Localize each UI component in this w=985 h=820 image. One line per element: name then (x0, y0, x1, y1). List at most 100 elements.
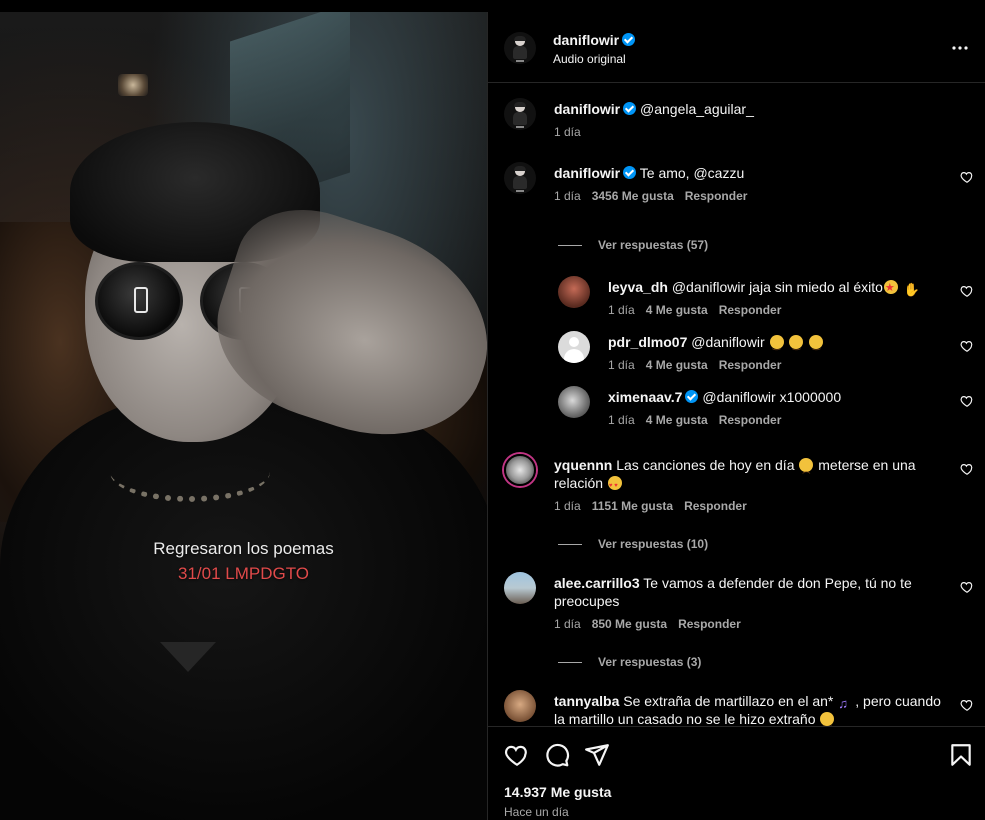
raising-hands-emoji-icon: ✋ (903, 282, 920, 297)
heart-icon[interactable] (504, 742, 530, 768)
comment-meta: 1 día 850 Me gusta Responder (554, 617, 752, 631)
comment-username[interactable]: tannyalba (554, 693, 619, 709)
view-replies-button[interactable]: Ver respuestas (57) (558, 238, 708, 252)
comment-meta: 1 día 4 Me gusta Responder (608, 358, 792, 372)
joy-emoji-icon (820, 712, 835, 726)
star-struck-emoji-icon (883, 279, 898, 297)
header-username[interactable]: daniflowir (553, 32, 636, 48)
reel-video[interactable]: Regresaron los poemas 31/01 LMPDGTO (0, 12, 487, 820)
comment-meta: 1 día 4 Me gusta Responder (608, 303, 792, 317)
reply-button[interactable]: Responder (719, 358, 782, 372)
musical-notes-emoji-icon: ♫ (838, 696, 849, 711)
comment-text: pdr_dlmo07 @daniflowir (608, 333, 948, 355)
ceiling-lamp (118, 74, 148, 96)
comment-time: 1 día (608, 413, 635, 427)
shirt-logo (160, 642, 216, 672)
comment-body: Se extraña de martillazo en el an* (623, 693, 834, 709)
comment-username[interactable]: daniflowir (554, 165, 620, 181)
like-comment-heart-icon[interactable] (960, 339, 974, 353)
comment-username[interactable]: alee.carrillo3 (554, 575, 640, 591)
avatar[interactable] (504, 32, 536, 64)
comment-body: Las canciones de hoy en día (616, 457, 795, 473)
comment-likes[interactable]: 1151 Me gusta (592, 499, 673, 513)
avatar[interactable] (504, 454, 536, 486)
comment-icon[interactable] (544, 742, 570, 768)
comment-username[interactable]: pdr_dlmo07 (608, 334, 687, 350)
comment-text: tannyalba Se extraña de martillazo en el… (554, 692, 944, 726)
avatar[interactable] (558, 386, 590, 418)
view-replies-button[interactable]: Ver respuestas (10) (558, 537, 708, 551)
like-comment-heart-icon[interactable] (960, 170, 974, 184)
post-timestamp: Hace un día (504, 805, 569, 819)
comment-likes[interactable]: 850 Me gusta (592, 617, 667, 631)
comment-time: 1 día (554, 189, 581, 203)
comment-likes[interactable]: 3456 Me gusta (592, 189, 674, 203)
avatar[interactable] (504, 162, 536, 194)
comment-time: 1 día (608, 303, 635, 317)
comment-likes[interactable]: 4 Me gusta (646, 358, 708, 372)
reply-button[interactable]: Responder (684, 499, 747, 513)
username-text[interactable]: daniflowir (553, 32, 619, 48)
avatar[interactable] (504, 572, 536, 604)
post-likes-count[interactable]: 14.937 Me gusta (504, 784, 611, 800)
view-replies-button[interactable]: Ver respuestas (3) (558, 655, 701, 669)
comment-text: leyva_dh @daniflowir jaja sin miedo al é… (608, 278, 948, 297)
comment-time: 1 día (554, 499, 581, 513)
joy-emoji-icon (809, 335, 824, 355)
comment-time: 1 día (608, 358, 635, 372)
comment-text: daniflowir @angela_aguilar_ (554, 100, 944, 118)
like-comment-heart-icon[interactable] (960, 394, 974, 408)
post-actions: 14.937 Me gusta Hace un día (488, 726, 985, 820)
avatar[interactable] (504, 98, 536, 130)
comment-time: 1 día (554, 125, 581, 139)
like-comment-heart-icon[interactable] (960, 462, 974, 476)
joy-emoji-icon (789, 335, 804, 355)
reply-button[interactable]: Responder (685, 189, 748, 203)
avatar[interactable] (504, 690, 536, 722)
comment-text: alee.carrillo3 Te vamos a defender de do… (554, 574, 944, 610)
audio-link[interactable]: Audio original (553, 52, 626, 66)
joy-emoji-icon (769, 335, 784, 355)
comment-meta: 1 día 3456 Me gusta Responder (554, 189, 758, 203)
comment-text: daniflowir Te amo, @cazzu (554, 164, 944, 182)
verified-badge-icon (622, 33, 636, 46)
reply-button[interactable]: Responder (719, 413, 782, 427)
comment-username[interactable]: daniflowir (554, 101, 620, 117)
reply-button[interactable]: Responder (678, 617, 741, 631)
comment-username[interactable]: yquennn (554, 457, 612, 473)
comment-username[interactable]: leyva_dh (608, 279, 668, 295)
comment-body: @daniflowir x1000000 (702, 389, 842, 405)
verified-badge-icon (623, 102, 637, 115)
reply-button[interactable]: Responder (719, 303, 782, 317)
like-comment-heart-icon[interactable] (960, 580, 974, 594)
comment-body: Te amo, @cazzu (639, 165, 745, 181)
comment-meta: 1 día 4 Me gusta Responder (608, 413, 792, 427)
video-caption-line2: 31/01 LMPDGTO (177, 564, 310, 583)
comment-body: @daniflowir (691, 334, 765, 350)
avatar[interactable] (558, 331, 590, 363)
post-panel: daniflowir Audio original daniflowir @an… (487, 12, 985, 820)
neck-chain (110, 442, 270, 502)
sad-face-emoji-icon (799, 458, 814, 480)
video-caption-line1: Regresaron los poemas (153, 539, 334, 558)
comment-time: 1 día (554, 617, 581, 631)
comment-likes[interactable]: 4 Me gusta (646, 413, 708, 427)
share-icon[interactable] (584, 742, 610, 768)
verified-badge-icon (685, 390, 699, 403)
like-comment-heart-icon[interactable] (960, 698, 974, 712)
comment-likes[interactable]: 4 Me gusta (646, 303, 708, 317)
more-options-icon[interactable] (950, 38, 970, 58)
post-header: daniflowir Audio original (488, 12, 985, 83)
comments-list[interactable]: daniflowir @angela_aguilar_ 1 día danifl… (488, 84, 985, 726)
bookmark-icon[interactable] (948, 742, 974, 768)
verified-badge-icon (623, 166, 637, 179)
comment-text: ximenaav.7 @daniflowir x1000000 (608, 388, 948, 406)
hugging-face-emoji-icon (607, 476, 622, 495)
comment-body[interactable]: @angela_aguilar_ (640, 101, 754, 117)
comment-meta: 1 día 1151 Me gusta Responder (554, 499, 758, 513)
avatar[interactable] (558, 276, 590, 308)
comment-meta: 1 día (554, 125, 592, 139)
like-comment-heart-icon[interactable] (960, 284, 974, 298)
comment-body: @daniflowir jaja sin miedo al éxito (671, 279, 883, 295)
comment-username[interactable]: ximenaav.7 (608, 389, 682, 405)
